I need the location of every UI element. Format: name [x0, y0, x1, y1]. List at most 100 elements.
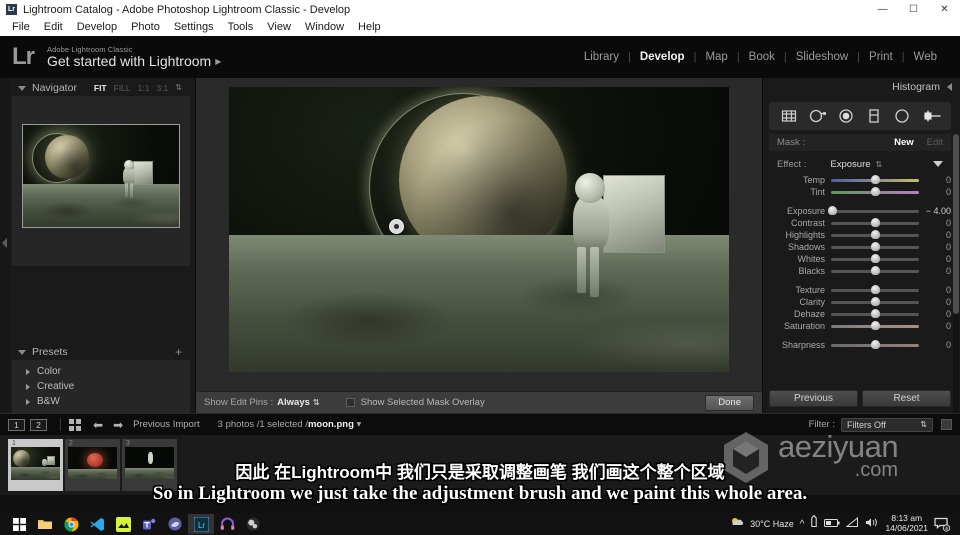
slider-value[interactable]: 0 [925, 254, 955, 264]
preset-group-color[interactable]: Color [12, 364, 190, 379]
navigator-mode-3-1[interactable]: 3:1 [156, 83, 168, 93]
slider-value[interactable]: 0 [925, 297, 955, 307]
collapse-arrow-icon[interactable] [947, 83, 952, 91]
slider-clarity[interactable]: Clarity 0 [769, 296, 955, 308]
slider-knob[interactable] [870, 285, 880, 294]
slider-knob[interactable] [870, 175, 880, 184]
play-arrow-icon[interactable]: ▶ [215, 57, 221, 66]
slider-knob[interactable] [870, 266, 880, 275]
menu-item-file[interactable]: File [5, 19, 37, 36]
slider-track[interactable] [831, 218, 919, 227]
slider-sharpness[interactable]: Sharpness 0 [769, 339, 955, 351]
slider-highlights[interactable]: Highlights 0 [769, 229, 955, 241]
slider-track[interactable] [831, 175, 919, 184]
slider-value[interactable]: 0 [925, 309, 955, 319]
menu-item-develop[interactable]: Develop [70, 19, 124, 36]
notification-center-icon[interactable]: 4 [934, 516, 951, 532]
module-tab-book[interactable]: Book [740, 51, 784, 63]
slider-value[interactable]: 0 [925, 340, 955, 350]
navigator-stepper-icon[interactable]: ⇅ [175, 84, 182, 92]
volume-icon[interactable] [865, 515, 879, 533]
slider-knob[interactable] [870, 187, 880, 196]
navigator-mode-fill[interactable]: FILL [114, 83, 131, 93]
radial-gradient-icon[interactable] [892, 106, 912, 126]
menu-item-photo[interactable]: Photo [124, 19, 167, 36]
slider-knob[interactable] [870, 340, 880, 349]
show-edit-pins-stepper-icon[interactable]: ⇅ [313, 398, 320, 407]
menu-item-help[interactable]: Help [351, 19, 388, 36]
photo-count-label[interactable]: 3 photos /1 selected /moon.png ▾ [218, 419, 362, 430]
mask-overlay-checkbox[interactable] [345, 398, 355, 407]
slider-track[interactable] [831, 340, 919, 349]
slider-blacks[interactable]: Blacks 0 [769, 265, 955, 277]
browser-icon[interactable] [162, 514, 188, 534]
slider-value[interactable]: 0 [925, 175, 955, 185]
slider-track[interactable] [831, 254, 919, 263]
slider-knob[interactable] [870, 218, 880, 227]
teams-icon[interactable] [136, 514, 162, 534]
source-label[interactable]: Previous Import [133, 419, 200, 430]
slider-value[interactable]: 0 [925, 218, 955, 228]
show-edit-pins-value[interactable]: Always [277, 397, 310, 408]
module-tab-library[interactable]: Library [575, 51, 628, 63]
weather-icon[interactable] [730, 515, 744, 533]
filter-select[interactable]: Filters Off ⇅ [841, 417, 933, 432]
menu-item-window[interactable]: Window [298, 19, 351, 36]
menu-item-tools[interactable]: Tools [221, 19, 261, 36]
forward-arrow-icon[interactable]: ➡ [113, 418, 123, 432]
adjustment-brush-pin[interactable] [389, 219, 404, 234]
navigator-mode-fit[interactable]: FIT [94, 83, 107, 93]
start-icon[interactable] [6, 514, 32, 534]
slider-track[interactable] [831, 321, 919, 330]
module-tab-web[interactable]: Web [905, 51, 946, 63]
slider-knob[interactable] [870, 254, 880, 263]
slider-exposure[interactable]: Exposure − 4.00 [769, 205, 955, 217]
effect-value[interactable]: Exposure [830, 159, 870, 170]
adjustment-brush-icon[interactable] [921, 106, 941, 126]
slider-track[interactable] [831, 266, 919, 275]
add-preset-icon[interactable]: + [175, 346, 182, 358]
headphones-icon[interactable] [214, 514, 240, 534]
close-button[interactable]: ✕ [929, 0, 960, 19]
slider-knob[interactable] [870, 321, 880, 330]
mask-new-button[interactable]: New [894, 137, 914, 148]
slider-track[interactable] [831, 285, 919, 294]
slider-value[interactable]: 0 [925, 242, 955, 252]
navigator-preview[interactable] [12, 96, 190, 266]
photos-icon[interactable] [110, 514, 136, 534]
mask-edit-button[interactable]: Edit [927, 137, 943, 148]
right-panel-scrollbar[interactable] [953, 134, 959, 414]
module-tab-map[interactable]: Map [696, 51, 736, 63]
navigator-header[interactable]: Navigator FIT FILL 1:1 3:1 ⇅ [12, 80, 190, 96]
slider-tint[interactable]: Tint 0 [769, 186, 955, 198]
module-tab-print[interactable]: Print [860, 51, 902, 63]
slider-whites[interactable]: Whites 0 [769, 253, 955, 265]
slider-value[interactable]: 0 [925, 266, 955, 276]
slider-dehaze[interactable]: Dehaze 0 [769, 308, 955, 320]
file-explorer-icon[interactable] [32, 514, 58, 534]
identity-plate[interactable]: Adobe Lightroom Classic Get started with… [47, 45, 221, 69]
slider-knob[interactable] [870, 297, 880, 306]
preset-group-creative[interactable]: Creative [12, 379, 190, 394]
chrome-icon[interactable] [58, 514, 84, 534]
slider-value[interactable]: 0 [925, 230, 955, 240]
obs-icon[interactable] [240, 514, 266, 534]
battery-icon[interactable] [824, 515, 841, 533]
effect-stepper-icon[interactable]: ⇅ [876, 160, 883, 169]
slider-knob[interactable] [828, 206, 838, 215]
slider-track[interactable] [831, 187, 919, 196]
slider-track[interactable] [828, 206, 919, 215]
navigator-mode-1-1[interactable]: 1:1 [138, 83, 150, 93]
effect-menu-triangle-icon[interactable] [933, 161, 943, 167]
pen-icon[interactable] [810, 514, 818, 533]
slider-shadows[interactable]: Shadows 0 [769, 241, 955, 253]
spot-removal-icon[interactable] [807, 106, 827, 126]
filename-caret-icon[interactable]: ▾ [357, 419, 362, 430]
slider-knob[interactable] [870, 309, 880, 318]
slider-value[interactable]: 0 [925, 285, 955, 295]
slider-track[interactable] [831, 297, 919, 306]
slider-knob[interactable] [870, 242, 880, 251]
linear-gradient-icon[interactable] [864, 106, 884, 126]
module-tab-slideshow[interactable]: Slideshow [787, 51, 857, 63]
grid-view-icon[interactable] [69, 418, 81, 431]
